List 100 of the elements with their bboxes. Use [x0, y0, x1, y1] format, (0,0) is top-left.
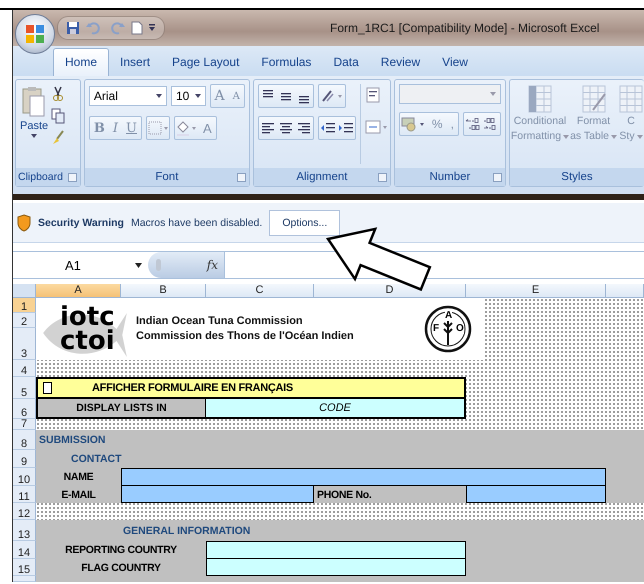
row-header[interactable]: 1 — [13, 298, 36, 313]
dialog-launcher-icon[interactable] — [492, 173, 502, 182]
caret-icon — [31, 134, 38, 138]
ribbon-tab[interactable]: Page Layout — [161, 49, 250, 76]
merge-center-icon[interactable] — [364, 118, 390, 136]
increase-decimal-icon[interactable] — [464, 115, 482, 133]
input-field[interactable] — [121, 468, 606, 486]
borders-icon[interactable] — [147, 119, 169, 137]
fill-bucket-icon[interactable] — [175, 119, 199, 137]
column-header[interactable]: B — [121, 284, 206, 298]
row-header[interactable]: 4 — [13, 360, 36, 377]
copy-icon[interactable] — [51, 108, 66, 124]
resize-handle-icon[interactable] — [156, 259, 161, 271]
ribbon-tab[interactable]: Home — [53, 48, 110, 76]
row-header[interactable]: 15 — [13, 559, 36, 576]
section-title: GENERAL INFORMATION — [123, 524, 252, 536]
row-header[interactable]: 3 — [13, 328, 36, 360]
input-field[interactable] — [206, 559, 466, 576]
ribbon-tab[interactable]: Insert — [109, 49, 162, 76]
name-box[interactable]: A1 — [13, 252, 148, 278]
group-label: Clipboard — [18, 171, 63, 183]
field-label: FLAG COUNTRY — [81, 562, 161, 574]
organisation-name: Indian Ocean Tuna Commission — [136, 314, 304, 329]
customize-caret-icon[interactable] — [148, 23, 156, 33]
group-label: Alignment — [296, 171, 348, 183]
clipboard-icon — [22, 86, 46, 118]
shield-icon — [17, 214, 31, 232]
office-logo-icon — [25, 24, 45, 44]
row-header[interactable]: 8 — [13, 430, 36, 450]
row-header[interactable]: 10 — [13, 468, 36, 486]
security-warning-title: Security Warning — [38, 216, 124, 228]
field-label: NAME — [64, 471, 94, 483]
row-header[interactable]: 12 — [13, 503, 36, 520]
dialog-launcher-icon[interactable] — [236, 173, 246, 182]
emblem-ring-drawing — [424, 305, 472, 353]
group-label: Font — [155, 171, 178, 183]
caret-icon — [194, 94, 201, 98]
emblem-letter: F — [433, 324, 440, 334]
row-header[interactable]: 11 — [13, 486, 36, 503]
checkbox[interactable] — [43, 382, 52, 394]
section-title: CONTACT — [71, 453, 123, 465]
style-button-label: Format — [576, 114, 610, 129]
column-header[interactable]: E — [466, 284, 606, 298]
table-grid-icon — [580, 84, 607, 114]
logo-wordmark: ctoi — [59, 329, 116, 353]
ribbon-tab[interactable]: Review — [370, 49, 432, 76]
ribbon-tab[interactable]: Data — [322, 49, 370, 76]
column-header[interactable]: C — [206, 284, 314, 298]
options-button[interactable]: Options... — [269, 210, 340, 236]
group-label: Styles — [561, 171, 593, 183]
dialog-launcher-icon[interactable] — [378, 173, 387, 182]
row-header[interactable]: 5 — [13, 377, 36, 399]
table-grid-icon — [618, 84, 644, 114]
input-field[interactable] — [206, 541, 466, 559]
input-field[interactable] — [121, 486, 314, 503]
column-header[interactable]: A — [36, 284, 121, 298]
font-name-dropdown[interactable]: Arial — [88, 86, 167, 106]
row-header[interactable]: 6 — [13, 399, 36, 419]
section-title: SUBMISSION — [39, 434, 107, 446]
new-document-icon[interactable] — [131, 21, 143, 35]
paste-button[interactable]: Paste — [20, 84, 48, 164]
table-grid-icon — [526, 84, 553, 114]
caret-icon — [156, 94, 162, 98]
wrap-text-icon[interactable] — [364, 86, 382, 104]
brush-icon[interactable] — [51, 130, 66, 146]
row-header[interactable]: 9 — [13, 450, 36, 468]
dialog-launcher-icon[interactable] — [68, 173, 77, 182]
group-label: Number — [429, 171, 470, 183]
window-title: Form_1RC1 [Compatibility Mode] - Microsoft Excel — [330, 21, 600, 35]
field-label: REPORTING COUNTRY — [65, 544, 177, 556]
display-lists-label: DISPLAY LISTS IN — [36, 399, 206, 419]
caret-icon — [636, 134, 643, 138]
caret-icon — [135, 262, 142, 268]
style-button-label: Formatting — [510, 129, 570, 144]
row-header[interactable]: 2 — [13, 313, 36, 328]
style-button-label: as Table — [570, 129, 617, 144]
style-button-label: Sty — [619, 129, 643, 144]
input-field[interactable] — [466, 486, 606, 503]
logo-wordmark: iotc — [59, 305, 116, 329]
save-icon[interactable] — [66, 21, 80, 35]
style-button-label: Conditional — [514, 114, 566, 129]
caret-icon — [490, 92, 496, 96]
font-size-dropdown[interactable]: 10 — [170, 86, 206, 106]
language-toggle-label: AFFICHER FORMULAIRE EN FRANÇAIS — [92, 382, 293, 394]
row-header[interactable]: 14 — [13, 541, 36, 559]
scissors-icon[interactable] — [51, 86, 66, 102]
emblem-letter: O — [456, 324, 464, 334]
ribbon-tab[interactable]: Formulas — [250, 49, 322, 76]
row-header[interactable]: 7 — [13, 419, 36, 430]
row-header[interactable]: 13 — [13, 520, 36, 541]
ribbon-tab[interactable]: View — [431, 49, 479, 76]
field-label: E-MAIL — [61, 488, 96, 500]
display-lists-value[interactable]: CODE — [206, 399, 466, 419]
insert-function-button[interactable]: fx — [206, 258, 218, 272]
office-button[interactable] — [15, 14, 55, 54]
style-button-label: C — [627, 114, 635, 129]
field-label: PHONE No. — [317, 488, 372, 500]
column-header[interactable]: D — [314, 284, 466, 298]
caret-icon — [611, 134, 617, 138]
organisation-name: Commission des Thons de l'Océan Indien — [136, 329, 354, 344]
